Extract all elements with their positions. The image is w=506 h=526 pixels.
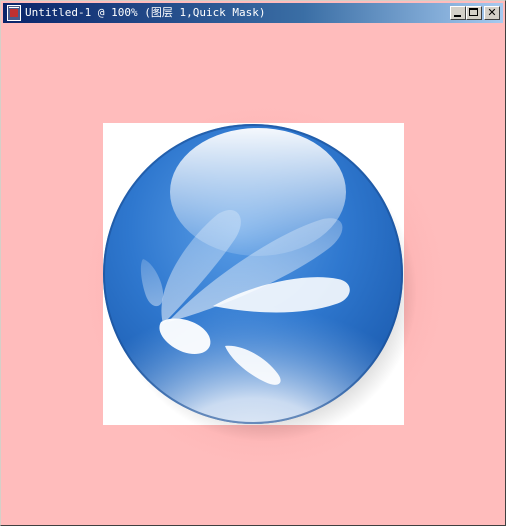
- minimize-button[interactable]: [450, 6, 466, 20]
- document-window: Untitled-1 @ 100% (图层 1,Quick Mask) ✕: [0, 0, 506, 526]
- photoshop-document-icon[interactable]: [7, 5, 21, 21]
- window-title: Untitled-1 @ 100% (图层 1,Quick Mask): [25, 6, 266, 19]
- maximize-button[interactable]: [466, 6, 482, 20]
- close-icon: ✕: [487, 6, 497, 19]
- title-bar[interactable]: Untitled-1 @ 100% (图层 1,Quick Mask) ✕: [3, 3, 503, 23]
- canvas-area[interactable]: [3, 24, 503, 524]
- artwork: [75, 96, 455, 476]
- close-button[interactable]: ✕: [484, 6, 500, 20]
